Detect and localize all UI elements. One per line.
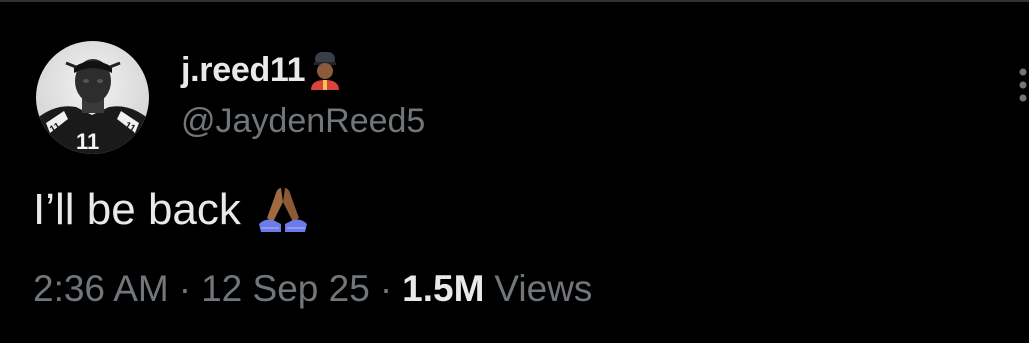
tweet-metadata: 2:36 AM · 12 Sep 25 · 1.5M Views [33,268,592,310]
author-handle[interactable]: @JaydenReed5 [181,102,425,141]
meta-separator: · [178,268,192,309]
folded-hands-emoji-icon [255,184,311,236]
tweet-text: I’ll be back [33,184,311,236]
svg-text:11: 11 [76,129,99,154]
display-name[interactable]: j.reed11 [181,51,306,90]
tweet: 11 11 11 j.reed11 @JaydenReed5 I’ll be b… [0,0,1029,343]
avatar-image: 11 11 11 [36,41,149,154]
meta-separator: · [379,268,393,309]
author-info: j.reed11 @JaydenReed5 [181,50,425,141]
avatar[interactable]: 11 11 11 [36,41,149,154]
guard-emoji-icon [307,50,343,90]
tweet-body: I’ll be back [33,185,241,234]
views-count[interactable]: 1.5M [402,268,484,310]
more-vertical-icon[interactable] [1014,66,1029,106]
tweet-time[interactable]: 2:36 AM [33,268,169,310]
display-name-row: j.reed11 [181,50,425,90]
views-label: Views [494,268,593,309]
tweet-date[interactable]: 12 Sep 25 [201,268,370,310]
